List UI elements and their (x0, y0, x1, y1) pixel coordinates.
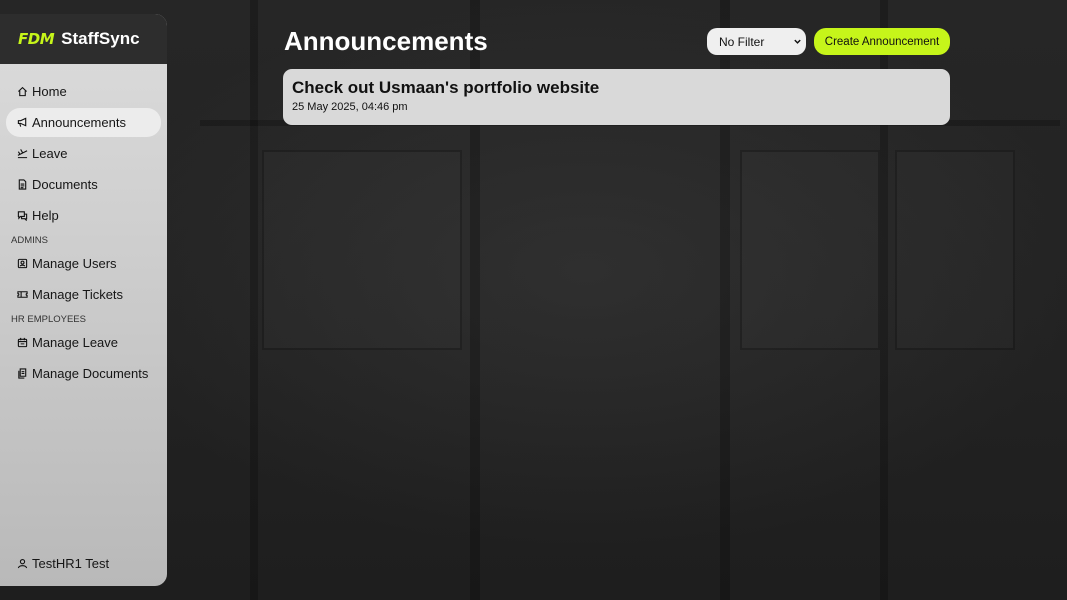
filter-select[interactable]: No Filter (707, 28, 806, 55)
user-icon (16, 558, 28, 570)
megaphone-icon (16, 117, 28, 129)
sidebar-item-label: Announcements (32, 115, 126, 130)
files-icon (16, 368, 28, 380)
sidebar-item-label: Home (32, 84, 67, 99)
brand-name[interactable]: StaffSync (61, 29, 139, 49)
sidebar-item-label: Manage Users (32, 256, 117, 271)
plane-icon (16, 148, 28, 160)
document-icon (16, 179, 28, 191)
sidebar-item-manage-tickets[interactable]: Manage Tickets (6, 280, 161, 309)
sidebar-item-manage-users[interactable]: Manage Users (6, 249, 161, 278)
home-icon (16, 86, 28, 98)
sidebar-item-label: Help (32, 208, 59, 223)
chat-icon (16, 210, 28, 222)
sidebar-item-label: Manage Tickets (32, 287, 124, 302)
sidebar-item-manage-documents[interactable]: Manage Documents (6, 359, 161, 388)
sidebar: FDM StaffSync Home Announcements Leave D… (0, 14, 167, 586)
page-title: Announcements (284, 26, 488, 56)
sidebar-item-home[interactable]: Home (6, 77, 161, 106)
sidebar-item-leave[interactable]: Leave (6, 139, 161, 168)
sidebar-item-label: Leave (32, 146, 68, 161)
sidebar-nav: Home Announcements Leave Documents Help (0, 64, 167, 388)
sidebar-item-label: Manage Leave (32, 335, 119, 350)
brand-logo[interactable]: FDM (18, 30, 55, 48)
announcement-title: Check out Usmaan's portfolio website (292, 78, 600, 97)
create-announcement-button[interactable]: Create Announcement (814, 28, 950, 55)
section-label-admins: ADMINS (11, 235, 48, 246)
ticket-icon (16, 289, 28, 301)
announcement-date: 25 May 2025, 04:46 pm (292, 101, 408, 113)
filter-selected-value: No Filter (719, 34, 765, 49)
brand-header: FDM StaffSync (0, 14, 167, 64)
announcement-card[interactable]: Check out Usmaan's portfolio website 25 … (283, 69, 950, 125)
user-name: TestHR1 Test (32, 556, 110, 571)
section-label-hr-employees: HR EMPLOYEES (11, 314, 86, 325)
sidebar-item-label: Manage Documents (32, 366, 149, 381)
sidebar-item-announcements[interactable]: Announcements (6, 108, 161, 137)
sidebar-item-documents[interactable]: Documents (6, 170, 161, 199)
sidebar-item-label: Documents (32, 177, 98, 192)
sidebar-item-help[interactable]: Help (6, 201, 161, 230)
calendar-icon (16, 337, 28, 349)
sidebar-item-manage-leave[interactable]: Manage Leave (6, 328, 161, 357)
chevron-down-icon (793, 35, 802, 49)
user-profile[interactable]: TestHR1 Test (16, 556, 109, 571)
user-card-icon (16, 258, 28, 270)
